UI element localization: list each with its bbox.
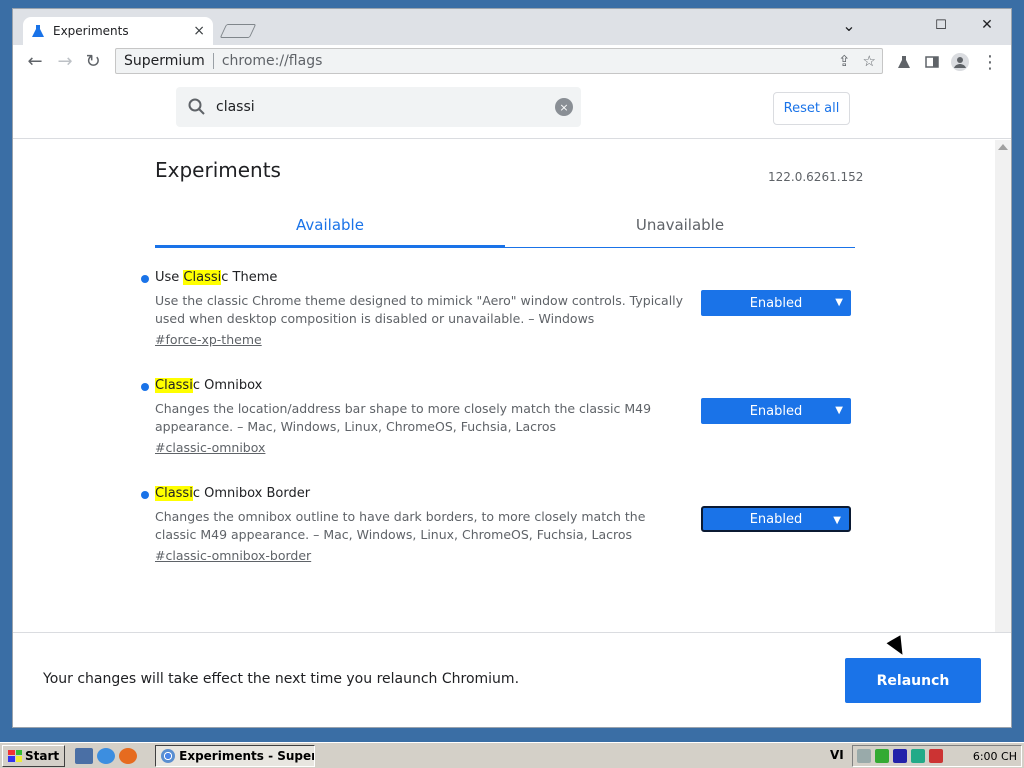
flag-state-select[interactable]: Enabled ▼ [701,398,851,424]
side-panel-icon[interactable] [921,51,943,73]
flag-status-dot [141,275,149,283]
taskbar: Start Experiments - Super... VI 6:00 CH [0,742,1024,768]
system-tray: 6:00 CH [852,745,1022,767]
clear-search-icon[interactable]: × [555,98,573,116]
site-name: Supermium [124,53,205,69]
relaunch-footer: Your changes will take effect the next t… [13,632,1011,727]
chevron-down-icon: ▼ [835,297,843,308]
flag-description: Changes the location/address bar shape t… [155,401,652,434]
flag-description: Use the classic Chrome theme designed to… [155,293,684,326]
forward-icon[interactable]: → [53,49,77,73]
flag-item-classic-omnibox: Classic Omnibox Changes the location/add… [141,378,861,474]
ie-icon[interactable] [97,747,116,764]
flag-description: Changes the omnibox outline to have dark… [155,509,646,542]
new-tab-button[interactable] [219,24,257,38]
version-label: 122.0.6261.152 [768,170,864,184]
flag-status-dot [141,491,149,499]
network-icon[interactable] [893,749,907,763]
chevron-down-icon: ▼ [833,515,841,526]
experiments-flask-icon[interactable] [893,51,915,73]
url-text: chrome://flags [221,53,323,69]
search-icon [188,98,205,115]
flag-status-dot [141,383,149,391]
reload-icon[interactable]: ↻ [81,49,105,73]
back-icon[interactable]: ← [23,49,47,73]
toolbar: ← → ↻ Supermium chrome://flags ⇪ ☆ ⋮ [13,45,1011,77]
flags-tabs: Available Unavailable [155,210,855,248]
omnibox-divider [212,53,214,69]
flag-title: Use Classic Theme [155,270,278,285]
keyboard-icon[interactable] [857,749,871,763]
flag-state-select[interactable]: Enabled ▼ [701,506,851,532]
flag-anchor-link[interactable]: #classic-omnibox-border [155,548,311,563]
show-desktop-icon[interactable] [75,747,94,764]
menu-icon[interactable]: ⋮ [979,51,1001,73]
search-value: classi [216,99,255,115]
tab-experiments[interactable]: Experiments × [23,17,213,45]
flag-anchor-link[interactable]: #force-xp-theme [155,332,262,347]
profile-avatar-icon[interactable] [949,51,971,73]
windows-logo-icon [8,749,22,762]
address-bar[interactable]: Supermium chrome://flags ⇪ ☆ [115,48,883,74]
chevron-down-icon: ▼ [835,405,843,416]
reset-all-button[interactable]: Reset all [773,92,850,125]
scrollbar[interactable] [995,140,1011,632]
flag-state-select[interactable]: Enabled ▼ [701,290,851,316]
chromium-icon [161,748,176,763]
flags-content: Experiments 122.0.6261.152 Available Una… [13,140,995,632]
quick-launch [75,747,138,764]
tab-close-icon[interactable]: × [193,23,205,39]
update-icon[interactable] [911,749,925,763]
relaunch-button[interactable]: Relaunch [845,658,981,703]
browser-window: Experiments × ⌄ ☐ ✕ ← → ↻ Supermium chro… [12,8,1012,728]
tab-strip: Experiments × ⌄ ☐ ✕ [13,9,1011,45]
minimize-icon[interactable]: ⌄ [829,13,869,37]
maximize-icon[interactable]: ☐ [921,13,961,37]
page-title: Experiments [155,158,281,182]
close-window-icon[interactable]: ✕ [967,13,1007,37]
security-icon[interactable] [875,749,889,763]
flask-icon [32,25,44,37]
start-button[interactable]: Start [2,744,66,767]
taskbar-item-experiments[interactable]: Experiments - Super... [155,744,316,767]
clock: 6:00 CH [972,749,1017,763]
relaunch-message: Your changes will take effect the next t… [43,671,520,687]
flag-item-force-xp-theme: Use Classic Theme Use the classic Chrome… [141,270,861,366]
firefox-icon[interactable] [119,747,138,764]
language-indicator[interactable]: VI [830,748,844,762]
share-icon[interactable]: ⇪ [838,52,851,70]
tab-available[interactable]: Available [155,210,505,247]
flag-title: Classic Omnibox Border [155,486,311,501]
flag-title: Classic Omnibox [155,378,263,393]
scroll-up-icon[interactable] [998,144,1008,150]
bookmark-star-icon[interactable]: ☆ [863,52,876,70]
search-input[interactable]: classi × [176,87,581,127]
tab-title: Experiments [53,24,129,38]
flags-search-area: classi × Reset all [13,77,1011,139]
flag-item-classic-omnibox-border: Classic Omnibox Border Changes the omnib… [141,486,861,582]
tab-unavailable[interactable]: Unavailable [505,210,855,247]
flag-anchor-link[interactable]: #classic-omnibox [155,440,265,455]
volume-muted-icon[interactable] [929,749,943,763]
